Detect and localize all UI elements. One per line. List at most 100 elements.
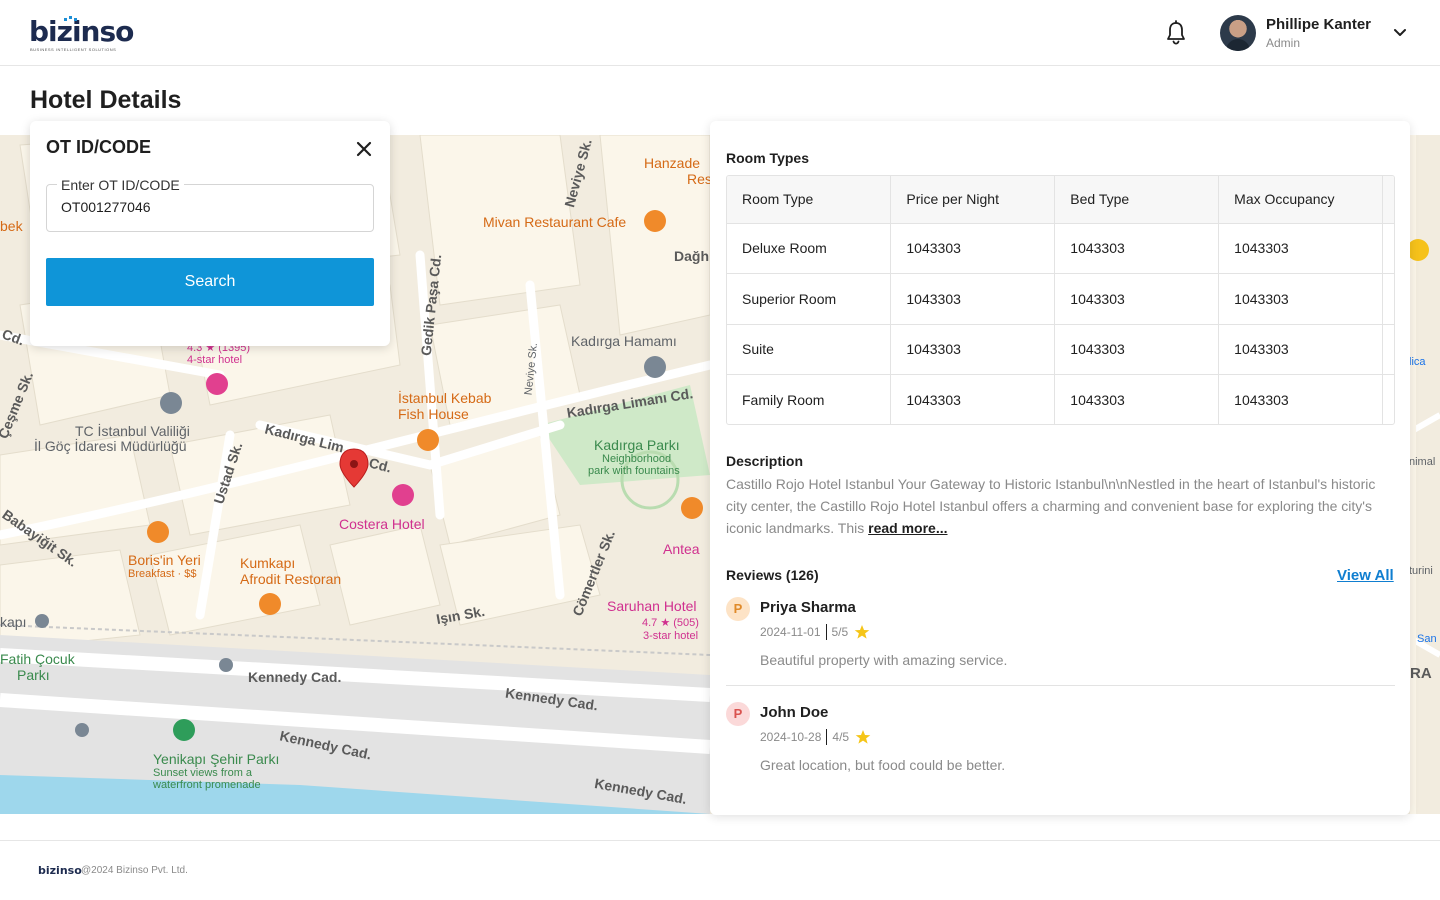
table-cell: 1043303 [1218,223,1384,274]
map-label-kapi: kapı [0,614,27,630]
room-types-table[interactable]: Room Type Price per Night Bed Type Max O… [726,175,1395,425]
table-row: Family Room 1043303 1043303 1043303 20 [727,374,1394,424]
reviews-title: Reviews (126) [726,567,819,583]
review-text: Beautiful property with amazing service. [760,652,1008,668]
review-divider [726,685,1395,686]
map-label-yenikapi3: waterfront promenade [153,779,261,791]
map-label-kadirga-parki-sub1: Neighborhood [602,453,672,465]
close-icon[interactable] [354,139,374,159]
table-cell: 1043303 [890,223,1056,274]
user-name: Phillipe Kanter [1266,16,1372,33]
review-date: 2024-10-28 [760,730,822,744]
map-label-kumkapi2: Afrodit Restoran [240,571,342,587]
ot-search-card: OT ID/CODE Enter OT ID/CODE Search [30,121,390,346]
map-label-res: Res [687,171,712,187]
map-label-right-imal: nimal [1409,456,1436,468]
footer-logo: bizinso [38,864,82,877]
table-cell: 20 [1382,324,1394,375]
map-label-kennedy1: Kennedy Cad. [248,669,342,685]
map-label-istanbul-kebab2: Fish House [398,406,469,422]
map-label-tc-valiligi2: İl Göç İdaresi Müdürlüğü [34,438,187,454]
hotel-details-panel: Room Types Room Type Price per Night Bed… [710,121,1410,815]
map-label-fatih2: Parkı [17,667,50,683]
review-rating: 4/5 [832,730,850,744]
review-date: 2024-11-01 [760,625,821,639]
table-cell: Suite [727,324,892,375]
user-avatar[interactable] [1220,15,1256,51]
table-row: Deluxe Room 1043303 1043303 1043303 20 [727,223,1394,274]
map-label-kadirga-hamami: Kadırga Hamamı [571,333,677,349]
map-label-kumkapi1: Kumkapı [240,555,296,571]
map-label-boris1: Boris'in Yeri [128,552,201,568]
table-cell: Deluxe Room [727,223,892,274]
review-rating: 5/5 [831,625,849,639]
logo-accent-icon [64,16,77,21]
table-cell: 1043303 [1054,273,1220,325]
app-header: bizinso BUSINESS INTELLIGENT SOLUTIONS P… [0,0,1440,66]
page-title: Hotel Details [30,86,182,114]
reviewer-name: Priya Sharma [760,599,856,616]
map-label-saruhan-rating: 4.7 ★ (505) [642,617,699,629]
table-cell: 20 [1382,374,1394,424]
map-label-tc-valiligi1: TC İstanbul Valiliği [75,423,190,439]
map-label-dagh: Dağh [674,248,709,264]
description-body: Castillo Rojo Hotel Istanbul Your Gatewa… [726,476,1376,536]
room-types-title: Room Types [726,150,809,166]
reviewer-avatar: P [726,597,750,621]
map-label-boris2: Breakfast · $$ [128,568,197,580]
search-button[interactable]: Search [46,258,374,306]
column-header: Room Type [727,176,892,224]
map-label-bek: bek [0,218,23,234]
view-all-reviews-link[interactable]: View All [1337,567,1394,584]
table-cell: Superior Room [727,273,892,325]
map-label-saruhan: Saruhan Hotel [607,598,697,614]
review-text: Great location, but food could be better… [760,757,1006,773]
map-label-hanzade: Hanzade [644,155,701,171]
bizinso-logo[interactable]: bizinso BUSINESS INTELLIGENT SOLUTIONS [29,14,139,54]
map-label-right-ra: RA [1410,665,1432,682]
table-cell: 1043303 [1218,273,1384,325]
table-row: Suite 1043303 1043303 1043303 20 [727,324,1394,375]
ot-id-field-label: Enter OT ID/CODE [57,177,184,193]
ot-id-field[interactable]: Enter OT ID/CODE [46,177,374,232]
column-header: Price per Night [890,176,1056,224]
review-meta: 2024-11-01 5/5 [760,624,870,640]
footer-copyright: @2024 Bizinso Pvt. Ltd. [81,865,188,876]
table-cell: 1043303 [890,273,1056,325]
reviewer-name: John Doe [760,704,829,721]
column-header: Bed Type [1054,176,1220,224]
table-cell: Family Room [727,374,892,424]
table-cell: 1043303 [1054,374,1220,424]
reviewer-avatar: P [726,702,750,726]
logo-tagline: BUSINESS INTELLIGENT SOLUTIONS [30,47,117,52]
map-label-yenikapi1: Yenikapı Şehir Parkı [153,751,280,767]
table-cell: 1043303 [1054,223,1220,274]
map-label-right-san: San [1417,633,1437,645]
map-label-fatih1: Fatih Çocuk [0,651,75,667]
description-text: Castillo Rojo Hotel Istanbul Your Gatewa… [726,473,1394,539]
map-label-mivan: Mivan Restaurant Cafe [483,214,627,230]
table-cell: 1043303 [1054,324,1220,375]
table-header-row: Room Type Price per Night Bed Type Max O… [727,176,1394,224]
map-label-kadirga-parki: Kadırga Parkı [594,437,680,453]
chevron-down-icon[interactable] [1392,26,1408,40]
table-cell: 1043303 [1218,324,1384,375]
table-cell: 1043303 [890,374,1056,424]
map-label-yenikapi2: Sunset views from a [153,767,253,779]
table-cell: 1043303 [1218,374,1384,424]
column-header: A [1382,176,1394,224]
description-title: Description [726,453,804,469]
map-label-saruhan-class: 3-star hotel [643,630,699,642]
user-role: Admin [1266,36,1301,50]
map-label-istanbul-kebab1: İstanbul Kebab [398,390,492,406]
logo-text: bizinso [29,15,134,48]
meta-divider [826,729,828,745]
read-more-link[interactable]: read more... [868,520,947,536]
map-label-right-turini: turini [1409,565,1433,577]
ot-id-input[interactable] [61,199,361,215]
map-label-right-lica: lica [1409,356,1426,368]
map-label-hotel-class: 4-star hotel [187,354,243,366]
notification-bell-icon[interactable] [1164,20,1188,46]
star-icon [854,625,870,639]
star-icon [855,730,871,744]
